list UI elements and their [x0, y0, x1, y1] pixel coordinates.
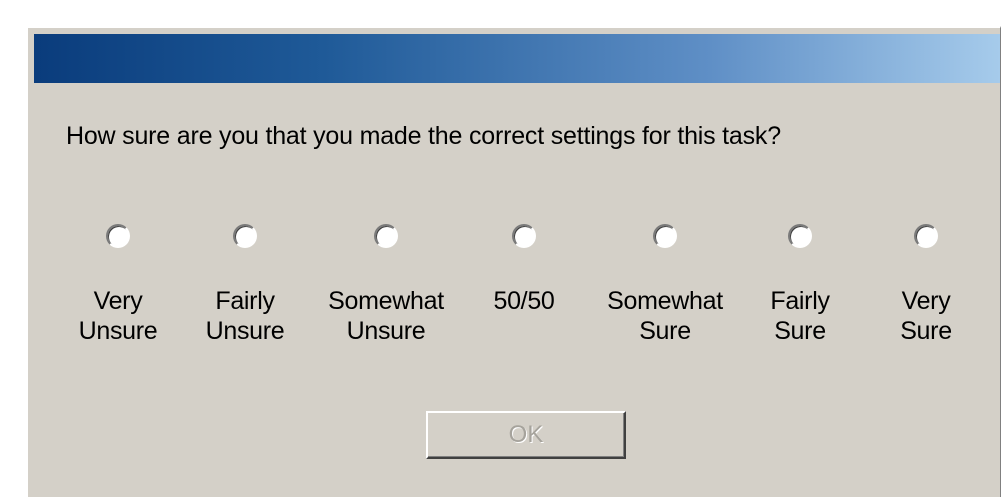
option-label-50-50: 50/50	[493, 287, 555, 315]
confidence-dialog: How sure are you that you made the corre…	[26, 26, 1001, 497]
radio-very-sure[interactable]	[914, 224, 938, 248]
radio-very-unsure[interactable]	[106, 224, 130, 248]
radio-somewhat-unsure[interactable]	[374, 224, 398, 248]
option-label-very-sure: Very Sure	[900, 287, 952, 345]
title-bar[interactable]	[34, 34, 1000, 83]
radio-fairly-sure[interactable]	[788, 224, 812, 248]
radio-fairly-unsure[interactable]	[233, 224, 257, 248]
ok-button[interactable]: OK	[426, 411, 626, 459]
ok-button-label: OK	[508, 421, 544, 448]
option-label-somewhat-sure: Somewhat Sure	[607, 287, 723, 345]
radio-somewhat-sure[interactable]	[653, 224, 677, 248]
radio-50-50[interactable]	[512, 224, 536, 248]
option-label-fairly-unsure: Fairly Unsure	[205, 287, 285, 345]
question-text: How sure are you that you made the corre…	[66, 122, 781, 150]
option-label-somewhat-unsure: Somewhat Unsure	[328, 287, 444, 345]
